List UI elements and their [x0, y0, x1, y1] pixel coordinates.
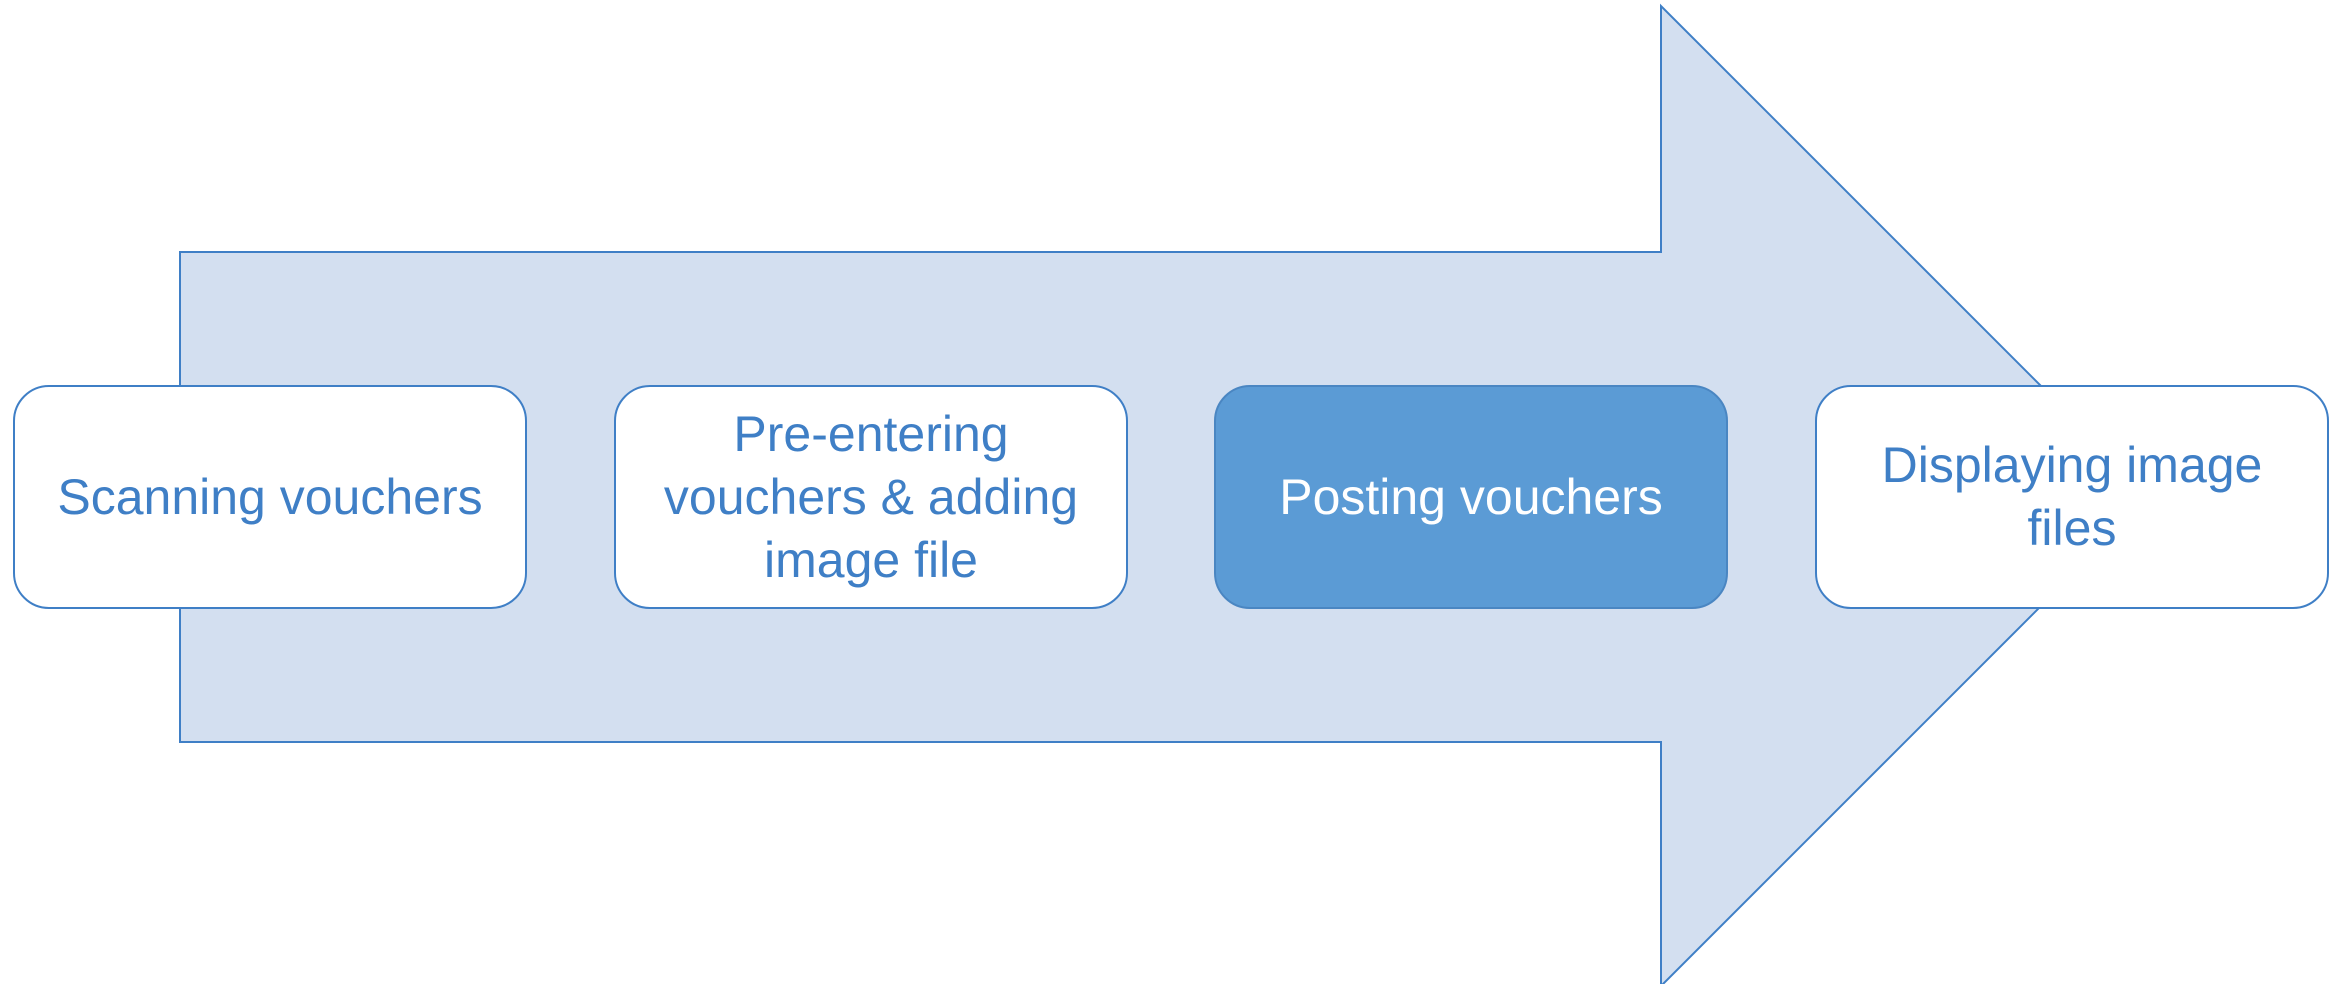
step-pre-entering-vouchers: Pre-entering vouchers & adding image fil… — [614, 385, 1128, 609]
step-scanning-vouchers: Scanning vouchers — [13, 385, 527, 609]
step-label: Scanning vouchers — [57, 468, 483, 525]
step-posting-vouchers: Posting vouchers — [1214, 385, 1728, 609]
step-label: Displaying image files — [1881, 437, 2263, 556]
step-displaying-image-files: Displaying image files — [1815, 385, 2329, 609]
step-label: Pre-entering vouchers & adding image fil… — [663, 405, 1079, 588]
step-label: Posting vouchers — [1279, 468, 1663, 525]
